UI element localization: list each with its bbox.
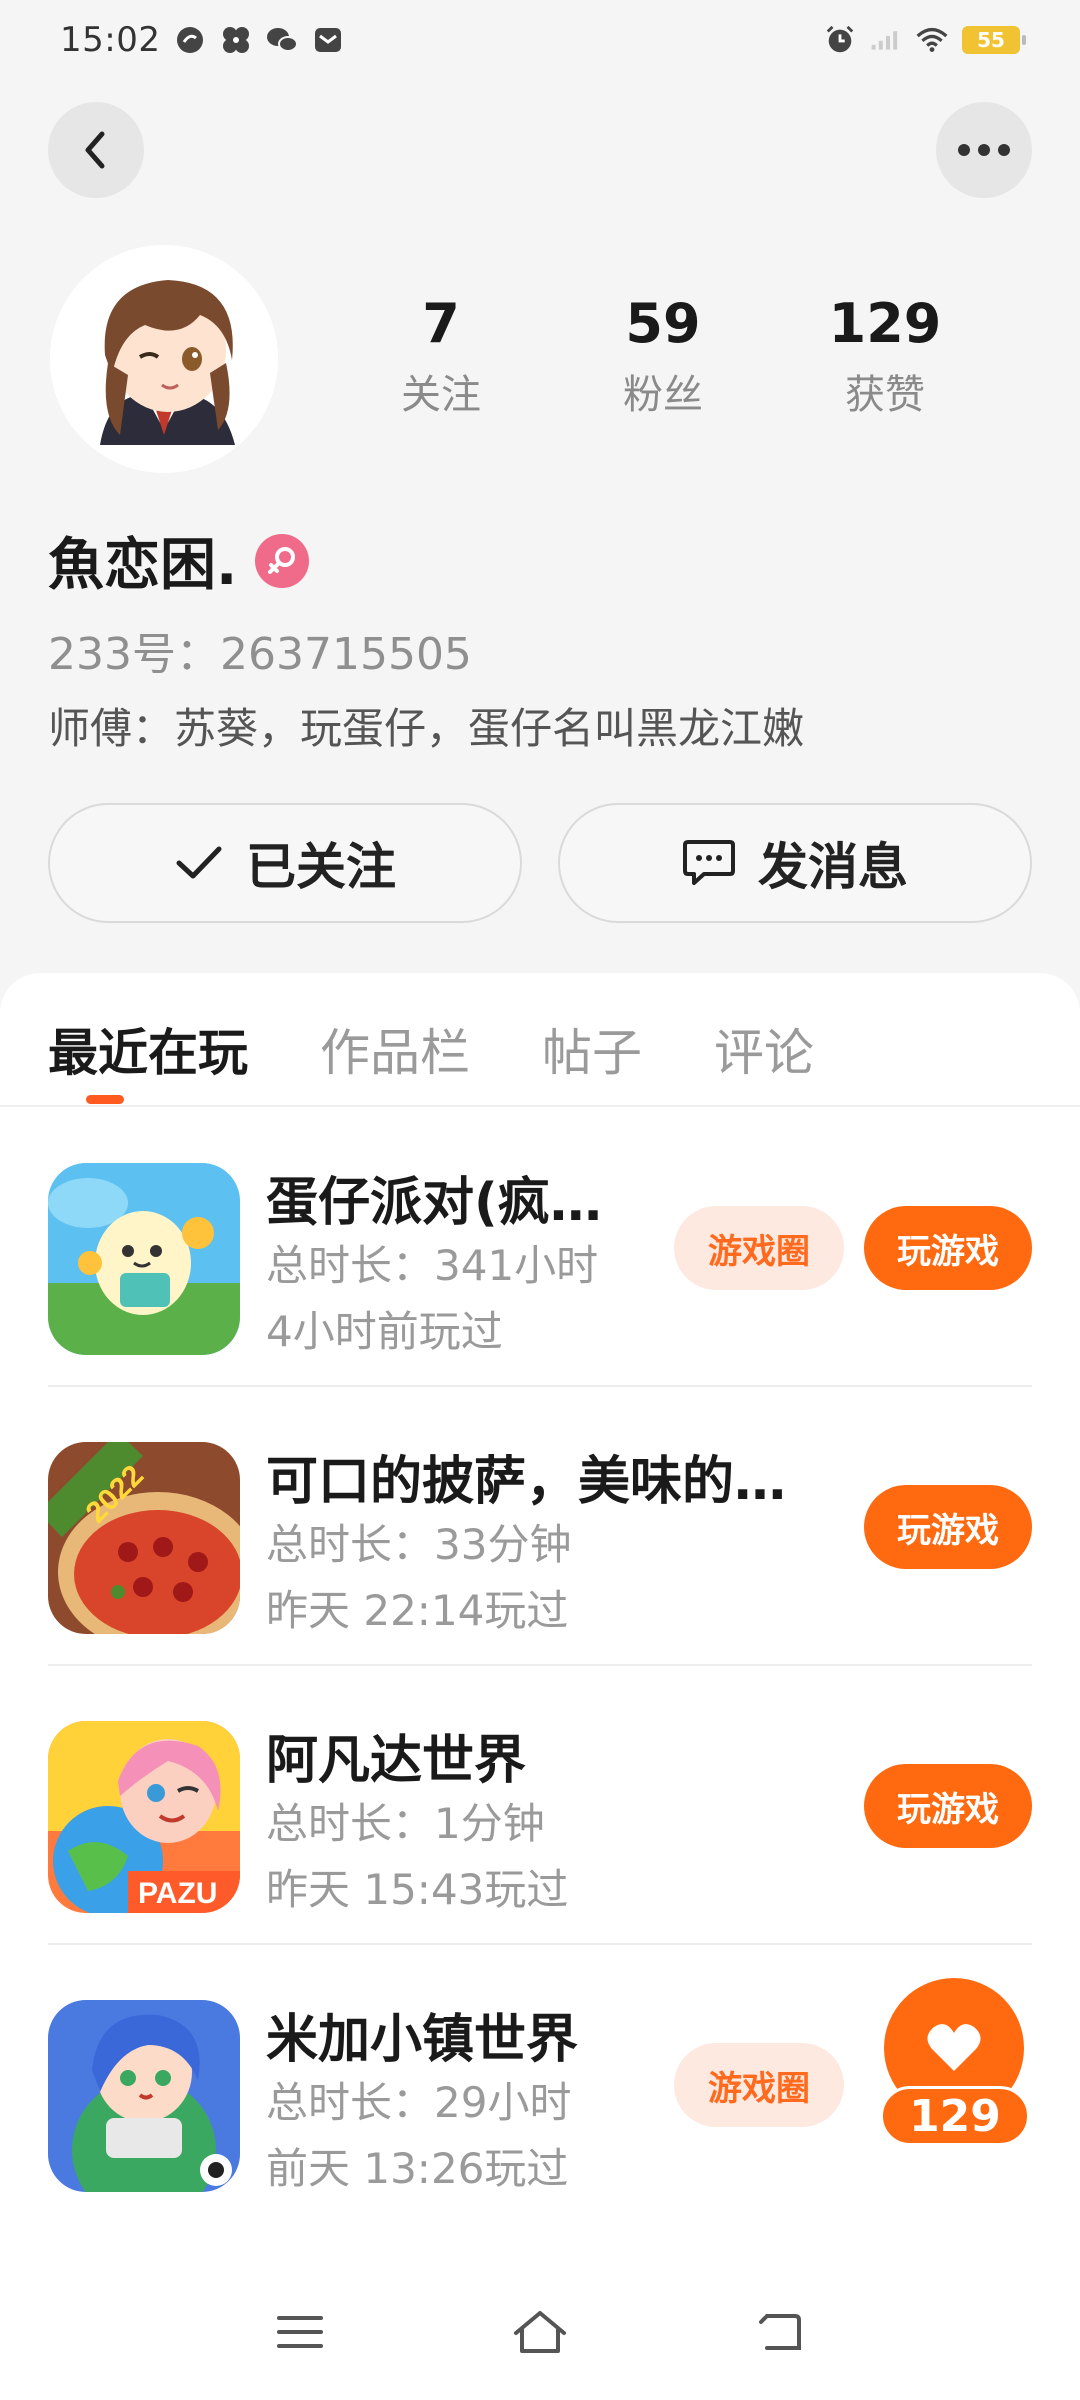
play-game-button[interactable]: 玩游戏 xyxy=(864,1485,1032,1569)
wifi-icon xyxy=(916,24,948,56)
back-nav-button[interactable] xyxy=(740,2292,820,2372)
menu-icon xyxy=(277,2315,323,2348)
alarm-icon xyxy=(824,24,856,56)
game-duration: 总时长：1分钟 xyxy=(266,1799,545,1848)
stat-label: 获赞 xyxy=(845,372,925,418)
tab-bar: 最近在玩 作品栏 帖子 评论 xyxy=(48,1013,814,1085)
chat-bubble-icon xyxy=(683,840,735,885)
back-button[interactable] xyxy=(48,102,144,198)
profile-stats: 7 关注 59 粉丝 129 获赞 xyxy=(330,290,1010,420)
chevron-left-icon xyxy=(85,131,105,169)
pizza-icon[interactable]: 2022 xyxy=(48,1442,240,1634)
avatar-world-icon-badge: PAZU xyxy=(138,1877,217,1910)
message-icon xyxy=(312,24,344,56)
home-icon xyxy=(514,2310,566,2353)
game-duration: 总时长：341小时 xyxy=(266,1241,599,1290)
game-last-played: 前天 13:26玩过 xyxy=(266,2144,569,2193)
game-title: 蛋仔派对(疯… xyxy=(266,1173,602,1233)
avatar[interactable] xyxy=(50,245,278,473)
tab-comments[interactable]: 评论 xyxy=(714,1013,814,1085)
eggy-party-icon[interactable] xyxy=(48,1163,240,1355)
tab-works[interactable]: 作品栏 xyxy=(320,1013,470,1085)
avatar-world-icon[interactable]: PAZU xyxy=(48,1721,240,1913)
game-duration: 总时长：33分钟 xyxy=(266,1520,572,1569)
stat-label: 粉丝 xyxy=(623,372,703,418)
game-row[interactable]: 2022 可口的披萨，美味的… 总时长：33分钟 昨天 22:14玩过 玩游戏 xyxy=(48,1387,1032,1666)
status-bar: 15:02 55 xyxy=(0,0,1080,80)
signal-icon xyxy=(870,24,902,56)
status-time: 15:02 xyxy=(60,20,161,60)
active-tab-indicator xyxy=(86,1095,124,1104)
checkmark-icon xyxy=(176,846,222,879)
game-title: 米加小镇世界 xyxy=(266,2010,579,2070)
game-circle-button[interactable]: 游戏圈 xyxy=(674,2043,844,2127)
follow-button[interactable]: 已关注 xyxy=(48,803,522,923)
username-row: 魚恋困. xyxy=(48,520,310,601)
game-title: 阿凡达世界 xyxy=(266,1731,527,1791)
wechat-icon xyxy=(266,24,299,56)
more-button[interactable] xyxy=(936,102,1032,198)
return-icon xyxy=(759,2313,801,2350)
game-title: 可口的披萨，美味的… xyxy=(266,1452,787,1512)
user-id: 233号：263715505 xyxy=(48,629,472,680)
system-nav-bar xyxy=(0,2263,1080,2400)
message-button-label: 发消息 xyxy=(758,838,908,896)
home-button[interactable] xyxy=(500,2292,580,2372)
play-game-button[interactable]: 玩游戏 xyxy=(864,1764,1032,1848)
status-right: 55 xyxy=(824,24,1026,56)
stat-value: 59 xyxy=(625,292,701,355)
like-count: 129 xyxy=(880,2086,1030,2146)
status-left: 15:02 xyxy=(60,20,344,60)
battery-icon: 55 xyxy=(962,26,1026,54)
user-bio: 师傅：苏葵，玩蛋仔，蛋仔名叫黑龙江嫩 xyxy=(48,704,805,753)
floating-like-button[interactable]: 129 xyxy=(872,1978,1032,2148)
tab-divider xyxy=(0,1105,1080,1107)
tab-posts[interactable]: 帖子 xyxy=(542,1013,642,1085)
more-dots-icon xyxy=(958,144,1010,156)
tab-recently-played[interactable]: 最近在玩 xyxy=(48,1013,248,1085)
game-row[interactable]: PAZU 阿凡达世界 总时长：1分钟 昨天 15:43玩过 玩游戏 xyxy=(48,1666,1032,1945)
pinwheel-icon xyxy=(220,24,252,56)
message-button[interactable]: 发消息 xyxy=(558,803,1032,923)
miga-town-icon[interactable] xyxy=(48,2000,240,2192)
game-duration: 总时长：29小时 xyxy=(266,2078,572,2127)
stat-followers[interactable]: 59 粉丝 xyxy=(552,290,774,420)
game-last-played: 昨天 22:14玩过 xyxy=(266,1586,569,1635)
stat-value: 7 xyxy=(422,292,460,355)
play-game-button[interactable]: 玩游戏 xyxy=(864,1206,1032,1290)
stat-value: 129 xyxy=(828,292,942,355)
game-circle-button[interactable]: 游戏圈 xyxy=(674,1206,844,1290)
stat-following[interactable]: 7 关注 xyxy=(330,290,552,420)
game-last-played: 4小时前玩过 xyxy=(266,1307,503,1356)
follow-button-label: 已关注 xyxy=(246,838,396,896)
game-last-played: 昨天 15:43玩过 xyxy=(266,1865,569,1914)
menu-button[interactable] xyxy=(260,2292,340,2372)
battery-level: 55 xyxy=(977,28,1005,52)
anime-girl-avatar-icon xyxy=(50,245,278,473)
stat-likes[interactable]: 129 获赞 xyxy=(774,290,996,420)
stat-label: 关注 xyxy=(401,372,481,418)
female-icon xyxy=(255,533,310,588)
game-row[interactable]: 蛋仔派对(疯… 总时长：341小时 4小时前玩过 游戏圈 玩游戏 xyxy=(48,1108,1032,1387)
username: 魚恋困. xyxy=(48,533,238,598)
ring-icon xyxy=(174,24,206,56)
